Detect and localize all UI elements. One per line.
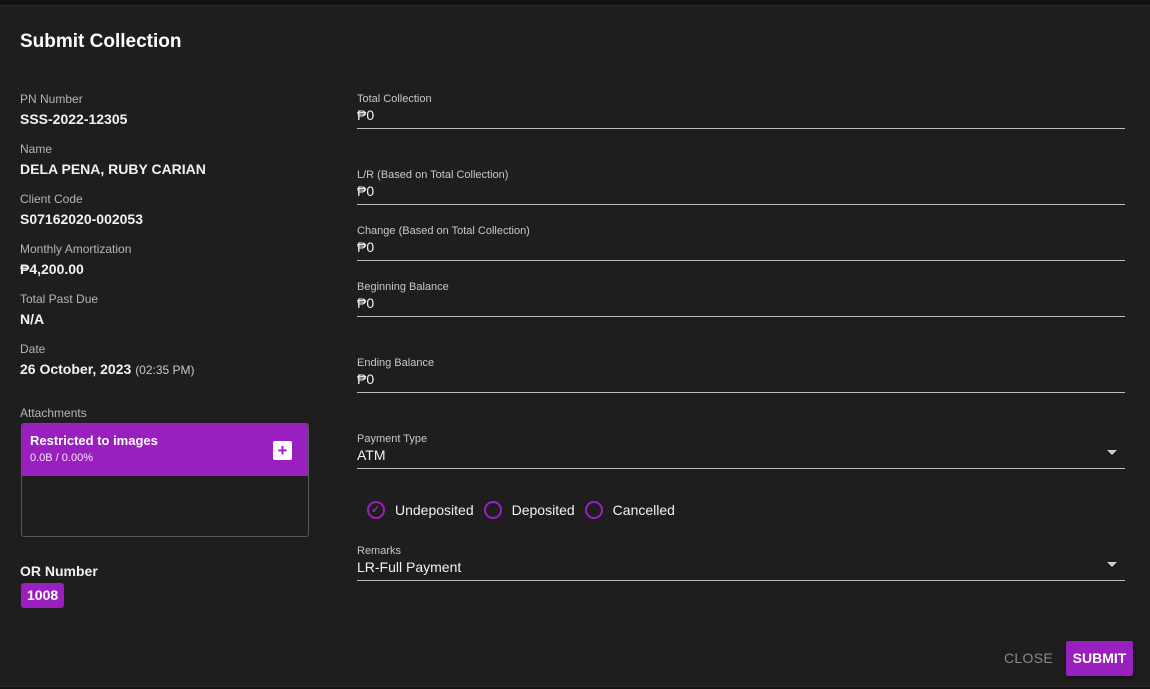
total-collection-label: Total Collection xyxy=(357,93,432,105)
name-value: DELA PENA, RUBY CARIAN xyxy=(20,161,206,177)
radio-unchecked-icon xyxy=(584,501,603,519)
radio-undeposited-label: Undeposited xyxy=(395,502,474,518)
or-number-badge: 1008 xyxy=(21,583,65,608)
lr-label: L/R (Based on Total Collection) xyxy=(357,169,509,181)
payment-type-select[interactable]: Payment Type ATM xyxy=(357,433,1125,469)
change-label: Change (Based on Total Collection) xyxy=(357,225,530,237)
deposit-status-radio-group: ✓ Undeposited Deposited Cancelled xyxy=(367,501,685,519)
monthly-amortization-label: Monthly Amortization xyxy=(20,242,132,256)
client-code-value: S07162020-002053 xyxy=(20,211,144,227)
attachments-size-meta: 0.0B / 0.00% xyxy=(30,452,93,464)
dialog-title: Submit Collection xyxy=(20,31,182,52)
lr-value: ₱0 xyxy=(357,183,375,199)
ending-balance-value: ₱0 xyxy=(357,371,375,387)
chevron-down-icon[interactable] xyxy=(1107,450,1117,455)
submit-button[interactable]: SUBMIT xyxy=(1066,641,1133,676)
monthly-amortization-value: ₱4,200.00 xyxy=(20,261,84,277)
change-value: ₱0 xyxy=(357,239,375,255)
total-past-due-label: Total Past Due xyxy=(20,292,99,306)
radio-checked-icon: ✓ xyxy=(367,501,385,519)
chevron-down-icon[interactable] xyxy=(1107,562,1117,567)
attachments-restriction-text: Restricted to images xyxy=(30,433,158,448)
add-attachment-icon[interactable]: + xyxy=(273,441,292,460)
ending-balance-label: Ending Balance xyxy=(357,357,435,369)
check-icon: ✓ xyxy=(371,504,381,516)
attachments-label: Attachments xyxy=(20,406,87,420)
change-field[interactable]: Change (Based on Total Collection) ₱0 xyxy=(357,225,1125,261)
remarks-value: LR-Full Payment xyxy=(357,559,462,575)
or-number-label: OR Number xyxy=(20,563,98,579)
date-value: 26 October, 2023 (02:35 PM) xyxy=(20,361,195,377)
beginning-balance-field[interactable]: Beginning Balance ₱0 xyxy=(357,281,1125,317)
total-collection-value: ₱0 xyxy=(357,107,375,123)
client-code-label: Client Code xyxy=(20,192,83,206)
radio-deposited[interactable]: Deposited xyxy=(483,501,575,519)
radio-deposited-label: Deposited xyxy=(511,502,575,518)
radio-undeposited[interactable]: ✓ Undeposited xyxy=(367,501,474,519)
radio-unchecked-icon xyxy=(483,501,502,519)
payment-type-value: ATM xyxy=(357,447,386,463)
attachments-dropzone[interactable]: Restricted to images 0.0B / 0.00% + xyxy=(21,423,309,537)
radio-cancelled[interactable]: Cancelled xyxy=(584,501,675,519)
pn-number-label: PN Number xyxy=(20,92,83,106)
date-time: (02:35 PM) xyxy=(135,363,195,377)
remarks-label: Remarks xyxy=(357,545,402,557)
beginning-balance-value: ₱0 xyxy=(357,295,375,311)
radio-cancelled-label: Cancelled xyxy=(612,502,675,518)
payment-type-label: Payment Type xyxy=(357,433,428,445)
total-past-due-value: N/A xyxy=(20,311,45,327)
total-collection-field[interactable]: Total Collection ₱0 xyxy=(357,93,1125,129)
attachments-header: Restricted to images 0.0B / 0.00% + xyxy=(22,424,308,476)
remarks-select[interactable]: Remarks LR-Full Payment xyxy=(357,545,1125,581)
date-text: 26 October, 2023 xyxy=(20,361,132,377)
pn-number-value: SSS-2022-12305 xyxy=(20,111,128,127)
beginning-balance-label: Beginning Balance xyxy=(357,281,449,293)
name-label: Name xyxy=(20,142,53,156)
date-label: Date xyxy=(20,342,46,356)
close-button[interactable]: CLOSE xyxy=(1000,646,1057,671)
submit-collection-dialog: Submit Collection PN Number SSS-2022-123… xyxy=(0,6,1150,686)
lr-field[interactable]: L/R (Based on Total Collection) ₱0 xyxy=(357,169,1125,205)
ending-balance-field[interactable]: Ending Balance ₱0 xyxy=(357,357,1125,393)
